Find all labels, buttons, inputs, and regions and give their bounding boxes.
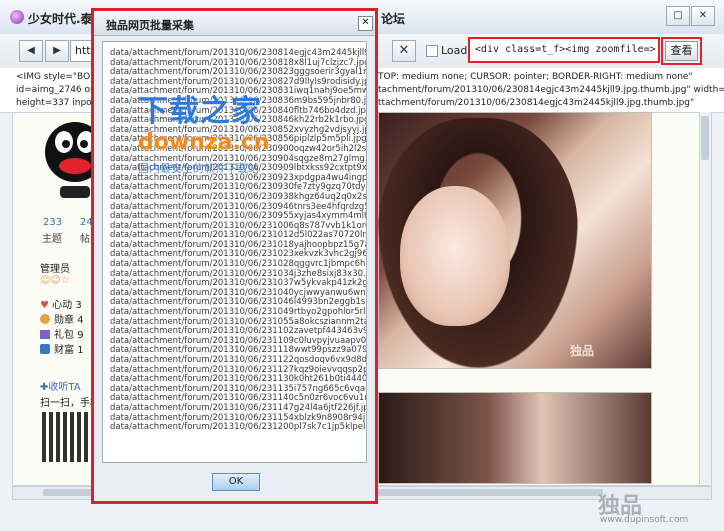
code-line: TOP: medium none; CURSOR: pointer; BORDE… xyxy=(378,72,693,82)
view-button[interactable]: 查看 xyxy=(665,41,698,61)
sidebar-item-medal: 勋章 4 xyxy=(40,311,84,326)
vertical-scrollbar[interactable] xyxy=(699,112,711,484)
rank-stars-icon: ☺☺☆ xyxy=(40,275,70,286)
dialog-title: 独品网页批量采集 xyxy=(106,19,194,32)
code-line: tachment/forum/201310/06/230814egjc43m24… xyxy=(378,85,724,95)
site-watermark-domain: downza.cn xyxy=(138,130,270,155)
code-line: ttachment/forum/201310/06/230814egjc43m2… xyxy=(378,98,695,108)
stat-topics-count[interactable]: 233 xyxy=(43,217,62,228)
back-button[interactable]: ◀ xyxy=(19,40,43,62)
sidebar-item-label: 礼包 xyxy=(54,330,74,341)
sidebar-item-label: 勋章 xyxy=(54,315,74,326)
sidebar-item-gift: 礼包 9 xyxy=(40,326,84,341)
site-watermark-tagline: 国内最安全的软件下载站 xyxy=(138,162,259,175)
post-image-2[interactable] xyxy=(378,392,652,484)
sidebar-item-value: 9 xyxy=(77,330,84,341)
maximize-button[interactable]: □ xyxy=(666,6,690,26)
stat-topics-label: 主题 xyxy=(42,234,62,245)
close-window-button[interactable]: ✕ xyxy=(691,6,715,26)
user-role: 管理员 xyxy=(40,264,70,275)
sidebar-item-value: 3 xyxy=(75,300,82,311)
app-icon xyxy=(10,10,24,24)
photo-watermark: 独品 xyxy=(570,344,595,358)
code-line: id=aimg_2746 onc xyxy=(16,85,101,95)
image-url-item: data/attachment/forum/201310/06/231200pl… xyxy=(110,422,367,433)
code-line: height=337 inpost xyxy=(16,98,100,108)
dialog-close-button[interactable]: ✕ xyxy=(358,16,373,31)
gift-icon xyxy=(40,330,50,339)
site-watermark: 下载之家 xyxy=(138,94,262,129)
scrollbar-thumb[interactable] xyxy=(701,116,709,160)
sidebar-item-value: 1 xyxy=(77,345,84,356)
stat-posts-label: 帖 xyxy=(80,234,90,245)
qr-code xyxy=(42,412,92,462)
sidebar-item-wealth: 财富 1 xyxy=(40,341,84,356)
load-label: Load xyxy=(441,44,468,57)
sidebar-item-value: 4 xyxy=(77,315,84,326)
medal-icon xyxy=(40,314,50,324)
heart-icon: ♥ xyxy=(40,300,49,311)
tag-filter-input[interactable]: <div class=t_f><img zoomfile=> xyxy=(468,37,660,63)
sidebar-item-heart: ♥ 心动 3 xyxy=(40,296,82,311)
dialog-titlebar: 独品网页批量采集 ✕ xyxy=(94,11,375,36)
batch-collect-dialog: 独品网页批量采集 ✕ data/attachment/forum/201310/… xyxy=(91,8,378,504)
wealth-icon xyxy=(40,344,50,354)
dialog-ok-button[interactable]: OK xyxy=(212,473,260,491)
sidebar-item-label: 财富 xyxy=(54,345,74,356)
follow-link[interactable]: ✚收听TA xyxy=(40,378,81,393)
forward-button[interactable]: ▶ xyxy=(45,40,69,62)
load-checkbox[interactable] xyxy=(426,45,438,57)
window-title-suffix: 论坛 xyxy=(381,12,406,26)
post-image-face xyxy=(400,186,510,326)
sidebar-item-label: 心动 xyxy=(52,300,73,311)
view-button-highlight: 查看 xyxy=(661,37,702,65)
stop-button[interactable]: ✕ xyxy=(392,40,416,62)
bottom-watermark-url: www.dupinsoft.com xyxy=(600,515,689,525)
